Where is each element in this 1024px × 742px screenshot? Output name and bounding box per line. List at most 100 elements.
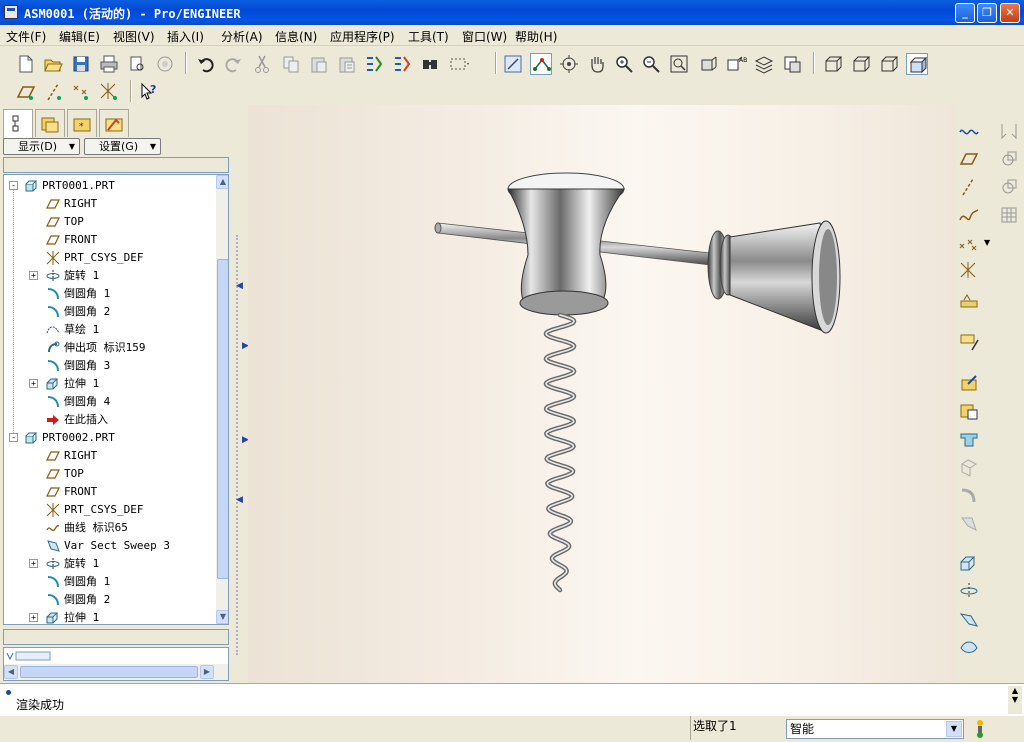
scroll-down-icon[interactable]: ▼ (216, 610, 228, 624)
panel-splitter[interactable]: ◀ ▶ ▶ ◀ (234, 105, 249, 683)
layers-tab[interactable] (35, 109, 65, 137)
pan-icon[interactable] (558, 53, 580, 75)
grid-tool-icon[interactable] (998, 204, 1020, 226)
expand-icon[interactable]: + (29, 613, 38, 622)
tree-item[interactable]: 倒圆角 3 (4, 357, 214, 375)
menu-window[interactable]: 窗口(W) (462, 28, 507, 45)
tree-item[interactable]: Var Sect Sweep 3 (4, 537, 214, 555)
point-display-icon[interactable] (70, 81, 92, 103)
redo-icon[interactable] (222, 53, 244, 75)
tree-item[interactable]: 倒圆角 1 (4, 285, 214, 303)
expand-icon[interactable]: + (29, 379, 38, 388)
tree-item[interactable]: TOP (4, 213, 214, 231)
shading-icon[interactable] (906, 53, 928, 75)
rib-tool-icon[interactable] (958, 484, 980, 506)
tree-item[interactable]: 伸出项 标识159 (4, 339, 214, 357)
datum-axis-tool-icon[interactable] (998, 120, 1020, 142)
draft-tool-icon[interactable] (958, 512, 980, 534)
show-dropdown[interactable]: 显示(D) ▼ (3, 138, 80, 155)
sweep-tool-icon[interactable] (958, 608, 980, 630)
tree-item[interactable]: RIGHT (4, 447, 214, 465)
analysis-feature-icon[interactable] (958, 288, 980, 310)
find-icon[interactable] (419, 53, 441, 75)
hand-icon[interactable] (586, 53, 608, 75)
print-icon[interactable] (98, 53, 120, 75)
tree-item[interactable]: PRT_CSYS_DEF (4, 249, 214, 267)
view-manager-icon[interactable] (781, 53, 803, 75)
tree-item[interactable]: 在此插入 (4, 411, 214, 429)
menu-help[interactable]: 帮助(H) (515, 28, 557, 45)
analysis-tool-icon[interactable] (998, 176, 1020, 198)
copy-icon[interactable] (280, 53, 302, 75)
datum-csys-tool-icon[interactable] (958, 176, 980, 198)
coordinate-system-tool-icon[interactable] (958, 260, 980, 282)
chevron-down-icon[interactable]: ▼ (984, 238, 990, 247)
spin-center-icon[interactable] (502, 53, 524, 75)
cut-icon[interactable] (251, 53, 273, 75)
corkscrew-model[interactable] (248, 105, 956, 683)
revolve-tool-icon[interactable] (958, 580, 980, 602)
tree-item[interactable]: FRONT (4, 483, 214, 501)
point-tool-icon[interactable] (958, 232, 980, 254)
connections-tab[interactable] (99, 109, 129, 137)
hole-tool-icon[interactable] (958, 428, 980, 450)
tree-item[interactable]: 曲线 标识65 (4, 519, 214, 537)
refit-icon[interactable] (668, 53, 690, 75)
minimize-button[interactable]: _ (955, 3, 975, 23)
paste-icon[interactable] (308, 53, 330, 75)
scroll-thumb[interactable] (20, 666, 198, 678)
component-assemble-icon[interactable] (958, 372, 980, 394)
detail-horizontal-scrollbar[interactable]: ◀ ▶ (4, 664, 228, 680)
sketch-tool-icon[interactable] (958, 204, 980, 226)
tree-vertical-scrollbar[interactable]: ▲ ▼ (216, 175, 228, 624)
extrude-tool-icon[interactable] (958, 552, 980, 574)
scroll-left-icon[interactable]: ◀ (4, 665, 18, 679)
tree-item[interactable]: - PRT0001.PRT (4, 177, 214, 195)
context-help-icon[interactable]: ? (138, 81, 160, 103)
collapse-icon[interactable]: - (9, 181, 18, 190)
tree-item[interactable]: + 旋转 1 (4, 555, 214, 573)
datum-point-tool-icon[interactable] (998, 148, 1020, 170)
tree-item[interactable]: + 拉伸 1 (4, 375, 214, 393)
traffic-light-icon[interactable] (972, 719, 988, 739)
datum-plane-tool-icon[interactable] (958, 120, 980, 142)
new-file-icon[interactable] (15, 53, 37, 75)
regen-manager-icon[interactable] (391, 53, 413, 75)
sketch-feature-icon[interactable] (958, 330, 980, 352)
print-preview-icon[interactable] (126, 53, 148, 75)
scroll-up-icon[interactable]: ▲ (216, 175, 228, 189)
tree-item[interactable]: + 旋转 1 (4, 267, 214, 285)
tree-item[interactable]: 草绘 1 (4, 321, 214, 339)
menu-view[interactable]: 视图(V) (113, 28, 155, 45)
scroll-up-icon[interactable]: ▲ (1008, 686, 1022, 695)
reorient-icon[interactable] (697, 53, 719, 75)
expand-icon[interactable]: + (29, 559, 38, 568)
menu-applications[interactable]: 应用程序(P) (330, 28, 395, 45)
zoom-in-icon[interactable] (613, 53, 635, 75)
email-icon[interactable] (154, 53, 176, 75)
graphics-window[interactable] (248, 105, 956, 683)
select-box-icon[interactable] (448, 53, 470, 75)
wireframe-icon[interactable] (822, 53, 844, 75)
scroll-right-icon[interactable]: ▶ (200, 665, 214, 679)
datum-curve-tool-icon[interactable] (958, 148, 980, 170)
menu-insert[interactable]: 插入(I) (167, 28, 204, 45)
orient-mode-icon[interactable] (530, 53, 552, 75)
csys-display-icon[interactable] (98, 81, 120, 103)
tree-item[interactable]: 倒圆角 2 (4, 303, 214, 321)
no-hidden-icon[interactable] (878, 53, 900, 75)
tree-item[interactable]: TOP (4, 465, 214, 483)
scroll-down-icon[interactable]: ▼ (1008, 695, 1022, 704)
plane-display-icon[interactable] (15, 81, 37, 103)
chevron-down-icon[interactable]: ▼ (946, 721, 962, 737)
axis-display-icon[interactable] (43, 81, 65, 103)
tree-item[interactable]: - PRT0002.PRT (4, 429, 214, 447)
menu-tools[interactable]: 工具(T) (408, 28, 449, 45)
component-create-icon[interactable] (958, 400, 980, 422)
collapse-icon[interactable]: - (9, 433, 18, 442)
settings-dropdown[interactable]: 设置(G) ▼ (84, 138, 161, 155)
menu-analysis[interactable]: 分析(A) (221, 28, 263, 45)
restore-button[interactable]: ❐ (977, 3, 997, 23)
save-icon[interactable] (70, 53, 92, 75)
tree-item[interactable]: RIGHT (4, 195, 214, 213)
